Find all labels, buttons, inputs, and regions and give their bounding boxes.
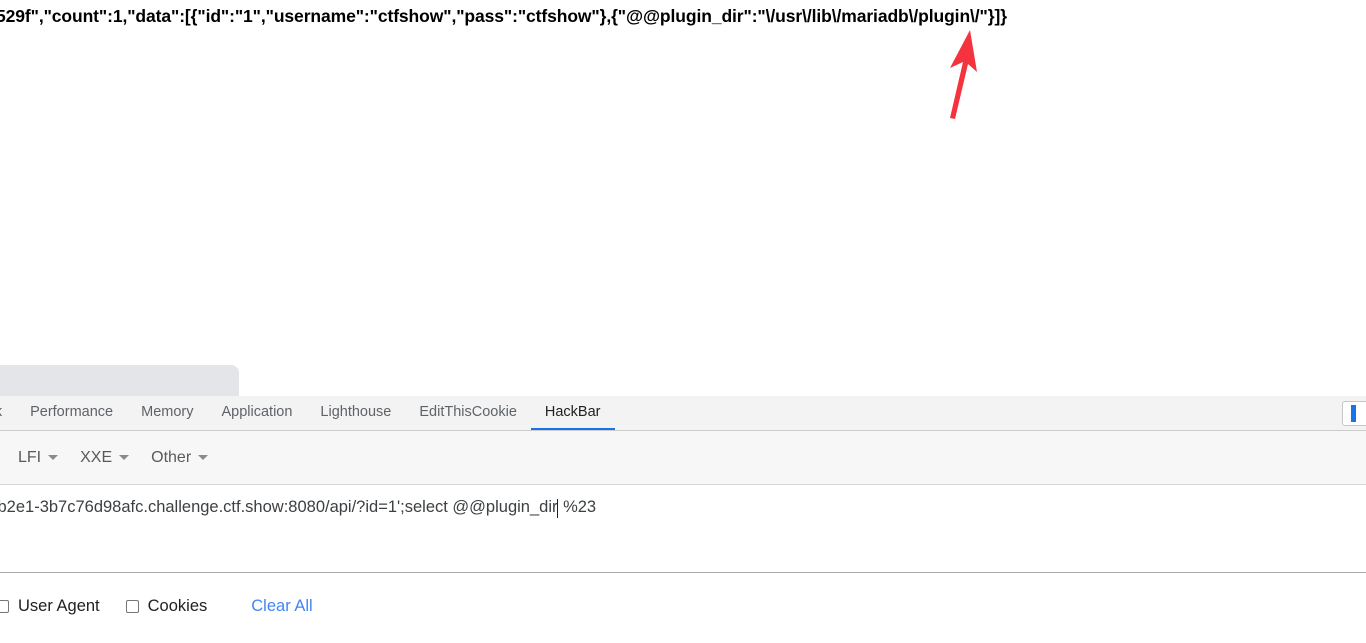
tab-application[interactable]: Application <box>207 396 306 430</box>
text-cursor-icon <box>557 498 559 518</box>
menu-label: LFI <box>18 448 42 466</box>
tab-label: Application <box>221 404 293 420</box>
tab-hackbar[interactable]: HackBar <box>530 396 615 430</box>
more-tabs-icon <box>1351 405 1356 422</box>
devtools-tab-list: rk Performance Memory Application Lighth… <box>0 396 1366 430</box>
tab-label: Memory <box>141 404 194 420</box>
browser-viewport: 529f","count":1,"data":[{"id":"1","usern… <box>0 0 1366 365</box>
hackbar-url-row: -b2e1-3b7c76d98afc.challenge.ctf.show:80… <box>0 485 1366 573</box>
chevron-down-icon <box>198 455 209 460</box>
hackbar-options-row: User Agent Cookies Clear All <box>0 573 1366 639</box>
devtools-more-tabs-button[interactable] <box>1342 401 1366 426</box>
tab-label: rk <box>0 404 2 420</box>
clear-all-button[interactable]: Clear All <box>251 597 312 616</box>
devtools-tab-strip: rk Performance Memory Application Lighth… <box>0 396 1366 431</box>
checkbox-user-agent[interactable] <box>0 599 9 613</box>
menu-label: XXE <box>80 448 113 466</box>
chevron-down-icon <box>48 455 59 460</box>
menu-label: Other <box>151 448 192 466</box>
tab-label: Performance <box>30 404 114 420</box>
screen-root: 529f","count":1,"data":[{"id":"1","usern… <box>0 0 1366 643</box>
option-label: User Agent <box>18 596 100 615</box>
tab-memory[interactable]: Memory <box>127 396 207 430</box>
tab-performance[interactable]: Performance <box>16 396 127 430</box>
red-arrow-annotation-icon <box>930 22 1000 122</box>
devtools-panel: rk Performance Memory Application Lighth… <box>0 365 1366 643</box>
json-response-text: 529f","count":1,"data":[{"id":"1","usern… <box>0 6 1007 26</box>
hackbar-url-input[interactable]: -b2e1-3b7c76d98afc.challenge.ctf.show:80… <box>0 485 1366 529</box>
tab-label: HackBar <box>544 404 601 420</box>
url-text-before-caret: -b2e1-3b7c76d98afc.challenge.ctf.show:80… <box>0 498 558 516</box>
tab-network[interactable]: rk <box>0 396 16 430</box>
hackbar-panel: LFI XXE Other -b2e1-3b7c76d98afc.challen… <box>0 431 1366 639</box>
hackbar-menu-lfi[interactable]: LFI <box>18 448 59 467</box>
checkbox-cookies[interactable] <box>125 599 139 613</box>
tab-editthiscookie[interactable]: EditThisCookie <box>405 396 531 430</box>
hackbar-menu-xxe[interactable]: XXE <box>80 448 130 467</box>
url-text-after-caret: %23 <box>558 498 597 516</box>
option-user-agent[interactable]: User Agent <box>0 597 100 616</box>
tab-lighthouse[interactable]: Lighthouse <box>306 396 405 430</box>
chevron-down-icon <box>119 455 130 460</box>
option-cookies[interactable]: Cookies <box>125 596 208 616</box>
hackbar-menu-other[interactable]: Other <box>151 448 209 467</box>
option-label: Cookies <box>147 596 208 615</box>
devtools-drawer-handle[interactable] <box>0 365 239 396</box>
tab-label: EditThisCookie <box>419 404 517 420</box>
tab-label: Lighthouse <box>320 404 392 420</box>
hackbar-menubar: LFI XXE Other <box>0 431 1366 485</box>
